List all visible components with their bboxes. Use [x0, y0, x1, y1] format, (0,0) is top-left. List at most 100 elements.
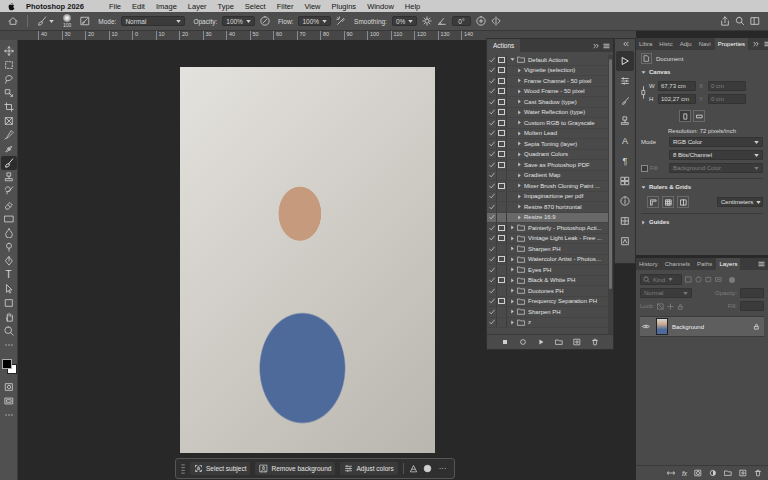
dialog-cell[interactable] [497, 129, 507, 139]
expand-arrow-icon[interactable] [510, 278, 515, 283]
dialog-cell[interactable] [497, 297, 507, 307]
action-row[interactable]: Sharpen PH [487, 307, 608, 318]
expand-panels-icon[interactable] [622, 41, 629, 47]
panel-tab[interactable]: Channels [662, 258, 693, 270]
section-header[interactable]: Canvas [641, 66, 763, 78]
action-row[interactable]: Default Actions [487, 55, 608, 66]
dialog-cell[interactable] [497, 286, 507, 296]
expand-arrow-icon[interactable] [510, 320, 515, 325]
action-row[interactable]: Sharpen PH [487, 244, 608, 255]
tool-button[interactable]: T [1, 268, 17, 282]
pressure-size-icon[interactable] [476, 16, 486, 26]
tool-button[interactable] [1, 310, 17, 324]
toggle-cell[interactable] [487, 129, 497, 139]
shape-filter-icon[interactable] [705, 276, 712, 283]
dialog-cell[interactable] [497, 276, 507, 286]
lock-pixels-icon[interactable] [657, 303, 664, 310]
action-row[interactable]: Frequency Separation PH [487, 297, 608, 308]
document-photo[interactable] [180, 67, 435, 453]
units-dropdown[interactable]: Centimeters [717, 197, 763, 207]
action-row[interactable]: Save as Photoshop PDF [487, 160, 608, 171]
adjustment-icon[interactable] [409, 464, 418, 473]
layer-row[interactable]: Background [640, 317, 764, 337]
new-action-icon[interactable] [573, 338, 581, 346]
task-button[interactable]: Remove background [255, 462, 335, 475]
dialog-cell[interactable] [497, 118, 507, 128]
action-row[interactable]: Cast Shadow (type) [487, 97, 608, 108]
action-row[interactable]: Molten Lead [487, 129, 608, 140]
tool-button[interactable] [1, 156, 17, 170]
panel-button[interactable] [616, 171, 634, 191]
contrast-icon[interactable] [423, 464, 432, 473]
toggle-cell[interactable] [487, 139, 497, 149]
tool-button[interactable] [1, 100, 17, 114]
toggle-cell[interactable] [487, 87, 497, 97]
dialog-cell[interactable] [497, 234, 507, 244]
fill-field[interactable] [740, 301, 764, 311]
guides-toggle[interactable] [677, 196, 689, 208]
expand-arrow-icon[interactable] [517, 152, 522, 157]
tool-button[interactable] [1, 44, 17, 58]
mode-dropdown[interactable]: Normal [121, 16, 185, 26]
expand-arrow-icon[interactable] [510, 267, 515, 272]
new-layer-icon[interactable] [739, 469, 747, 477]
menu-item[interactable]: File [109, 2, 121, 11]
flow-field[interactable]: 100% [298, 16, 331, 26]
panel-button[interactable] [616, 111, 634, 131]
expand-arrow-icon[interactable] [510, 288, 515, 293]
panel-button[interactable] [616, 231, 634, 251]
grip-icon[interactable] [181, 463, 185, 474]
eye-icon[interactable] [642, 324, 650, 329]
expand-arrow-icon[interactable] [517, 78, 522, 83]
section-header[interactable]: Rulers & Grids [641, 181, 763, 193]
toggle-cell[interactable] [487, 55, 497, 65]
link-icon[interactable] [641, 85, 646, 100]
expand-arrow-icon[interactable] [517, 141, 522, 146]
tool-button[interactable] [1, 128, 17, 142]
airbrush-icon[interactable] [336, 16, 346, 26]
tool-button[interactable] [1, 170, 17, 184]
menu-item[interactable]: Image [156, 2, 177, 11]
expand-arrow-icon[interactable] [517, 89, 522, 94]
action-row[interactable]: Resize 16:9 [487, 213, 608, 224]
action-row[interactable]: Mixer Brush Cloning Paint ... [487, 181, 608, 192]
gear-icon[interactable] [422, 16, 432, 26]
toggle-cell[interactable] [487, 118, 497, 128]
toggle-cell[interactable] [487, 318, 497, 328]
toggle-cell[interactable] [487, 192, 497, 202]
fill-checkbox[interactable] [641, 165, 648, 172]
expand-arrow-icon[interactable] [517, 183, 522, 188]
action-row[interactable]: Painterly - Photoshop Acti... [487, 223, 608, 234]
toggle-cell[interactable] [487, 171, 497, 181]
toggle-cell[interactable] [487, 97, 497, 107]
expand-arrow-icon[interactable] [510, 309, 515, 314]
panel-tab[interactable]: Navi [696, 38, 714, 50]
menu-item[interactable]: Filter [277, 2, 294, 11]
symmetry-icon[interactable] [491, 16, 501, 26]
lock-position-icon[interactable] [667, 303, 674, 310]
expand-arrow-icon[interactable] [517, 204, 522, 209]
home-icon[interactable] [8, 16, 18, 26]
dialog-cell[interactable] [497, 108, 507, 118]
expand-arrow-icon[interactable] [517, 120, 522, 125]
fill-dropdown[interactable]: Background Color [669, 163, 763, 173]
angle-icon[interactable] [437, 16, 447, 26]
expand-arrow-icon[interactable] [517, 110, 522, 115]
expand-arrow-icon[interactable] [510, 257, 515, 262]
blend-mode-dropdown[interactable]: Normal [640, 288, 692, 298]
action-row[interactable]: Custom RGB to Grayscale [487, 118, 608, 129]
tool-preset-picker[interactable] [37, 16, 54, 26]
color-mode-dropdown[interactable]: RGB Color [669, 137, 763, 147]
dialog-cell[interactable] [497, 307, 507, 317]
angle-field[interactable]: 0° [452, 16, 470, 26]
dialog-cell[interactable] [497, 318, 507, 328]
tool-button[interactable] [1, 254, 17, 268]
foreground-color-swatch[interactable] [2, 359, 12, 369]
toggle-cell[interactable] [487, 286, 497, 296]
dialog-cell[interactable] [497, 265, 507, 275]
expand-arrow-icon[interactable] [510, 225, 515, 230]
layer-filter-dropdown[interactable]: Kind [640, 274, 682, 285]
opacity-field[interactable] [740, 288, 764, 298]
workspace-icon[interactable] [750, 16, 760, 26]
new-set-icon[interactable] [555, 338, 563, 346]
